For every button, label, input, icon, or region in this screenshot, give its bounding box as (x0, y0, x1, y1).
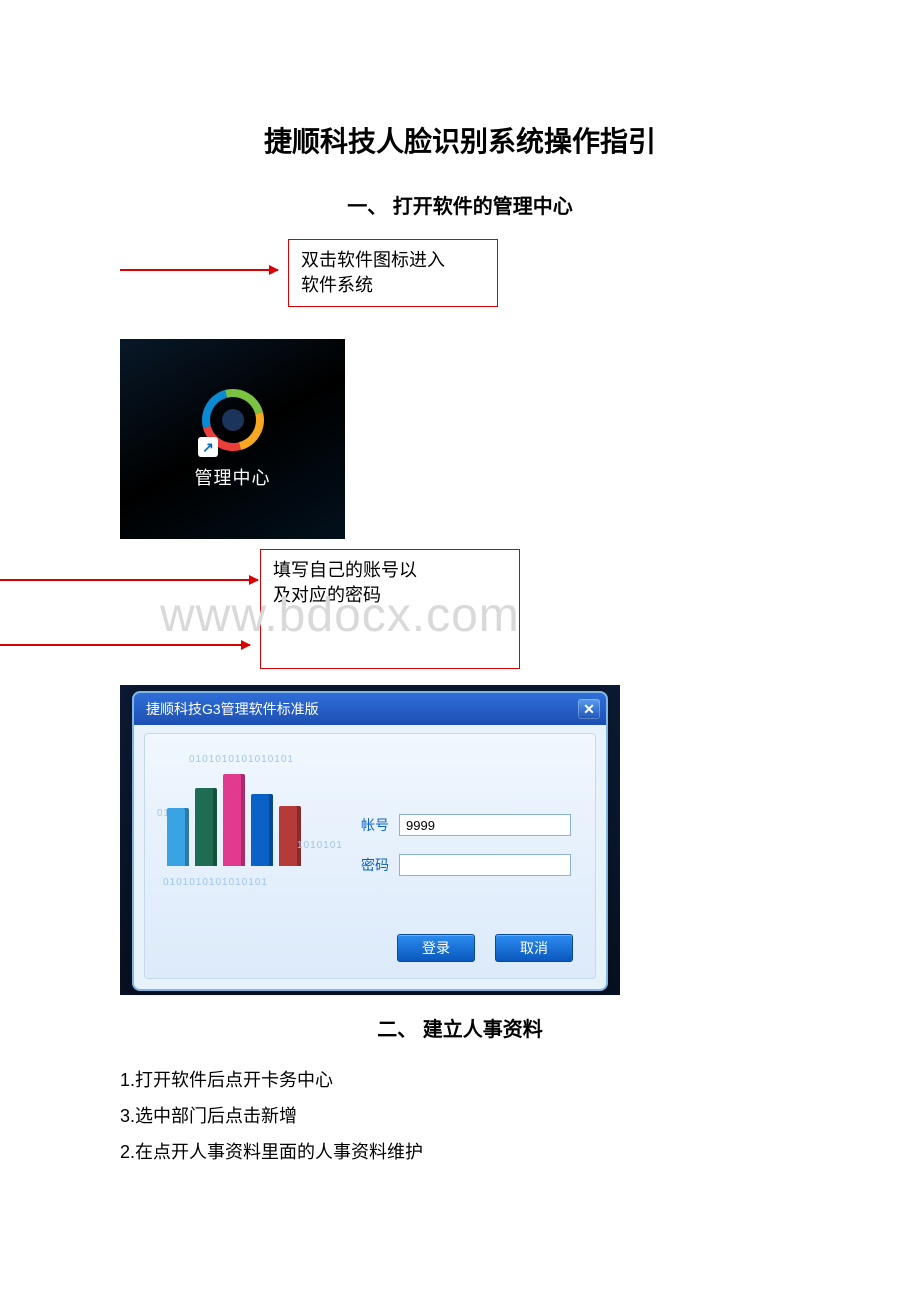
account-input[interactable] (399, 814, 571, 836)
arrow-icon (0, 579, 258, 581)
close-icon: ✕ (583, 701, 595, 718)
section1-heading: 一、 打开软件的管理中心 (0, 190, 920, 219)
login-button-row: 登录 取消 (397, 934, 573, 962)
close-button[interactable]: ✕ (578, 699, 600, 719)
step-item: 2.在点开人事资料里面的人事资料维护 (120, 1134, 920, 1170)
arrow-icon (0, 644, 250, 646)
binary-text: 1010101 (297, 840, 343, 851)
desktop-icon-label: 管理中心 (120, 464, 345, 490)
callout2-area: 填写自己的账号以 及对应的密码 (120, 549, 920, 679)
login-button[interactable]: 登录 (397, 934, 475, 962)
binary-text: 0101010101010101 (189, 754, 294, 765)
account-row: 帐号 (355, 814, 571, 836)
login-window-title: 捷顺科技G3管理软件标准版 (146, 699, 319, 719)
binary-text: 0101010101010101 (163, 877, 268, 888)
bar-icon (251, 794, 273, 866)
callout1-line1: 双击软件图标进入 (301, 248, 485, 273)
password-label: 密码 (355, 855, 389, 875)
login-body: 0101010101010101 010 1010101 01010101010… (144, 733, 596, 979)
cancel-button[interactable]: 取消 (495, 934, 573, 962)
desktop-icon-screenshot: ↗ 管理中心 (120, 339, 345, 539)
bar-icon (279, 806, 301, 866)
section2-heading: 二、 建立人事资料 (0, 1013, 920, 1042)
step-item: 1.打开软件后点开卡务中心 (120, 1062, 920, 1098)
callout1-area: 双击软件图标进入 软件系统 (120, 239, 920, 339)
icon-center (222, 409, 244, 431)
callout-box-1: 双击软件图标进入 软件系统 (288, 239, 498, 307)
doc-title: 捷顺科技人脸识别系统操作指引 (0, 120, 920, 160)
password-row: 密码 (355, 854, 571, 876)
callout-box-2: 填写自己的账号以 及对应的密码 (260, 549, 520, 669)
step-list: 1.打开软件后点开卡务中心 3.选中部门后点击新增 2.在点开人事资料里面的人事… (120, 1062, 920, 1170)
account-label: 帐号 (355, 815, 389, 835)
step-item: 3.选中部门后点击新增 (120, 1098, 920, 1134)
callout1-line2: 软件系统 (301, 273, 485, 298)
shortcut-arrow-icon: ↗ (198, 437, 218, 457)
callout2-line2: 及对应的密码 (273, 583, 507, 608)
bar-icon (195, 788, 217, 866)
bar-icon (167, 808, 189, 866)
callout2-line1: 填写自己的账号以 (273, 558, 507, 583)
arrow-icon (120, 269, 278, 271)
login-logo: 0101010101010101 010 1010101 01010101010… (159, 748, 359, 898)
login-screenshot: 捷顺科技G3管理软件标准版 ✕ 0101010101010101 010 101… (120, 685, 620, 995)
bar-graphic (167, 774, 301, 866)
password-input[interactable] (399, 854, 571, 876)
login-window: 捷顺科技G3管理软件标准版 ✕ 0101010101010101 010 101… (134, 693, 606, 989)
bar-icon (223, 774, 245, 866)
login-titlebar: 捷顺科技G3管理软件标准版 ✕ (134, 693, 606, 725)
